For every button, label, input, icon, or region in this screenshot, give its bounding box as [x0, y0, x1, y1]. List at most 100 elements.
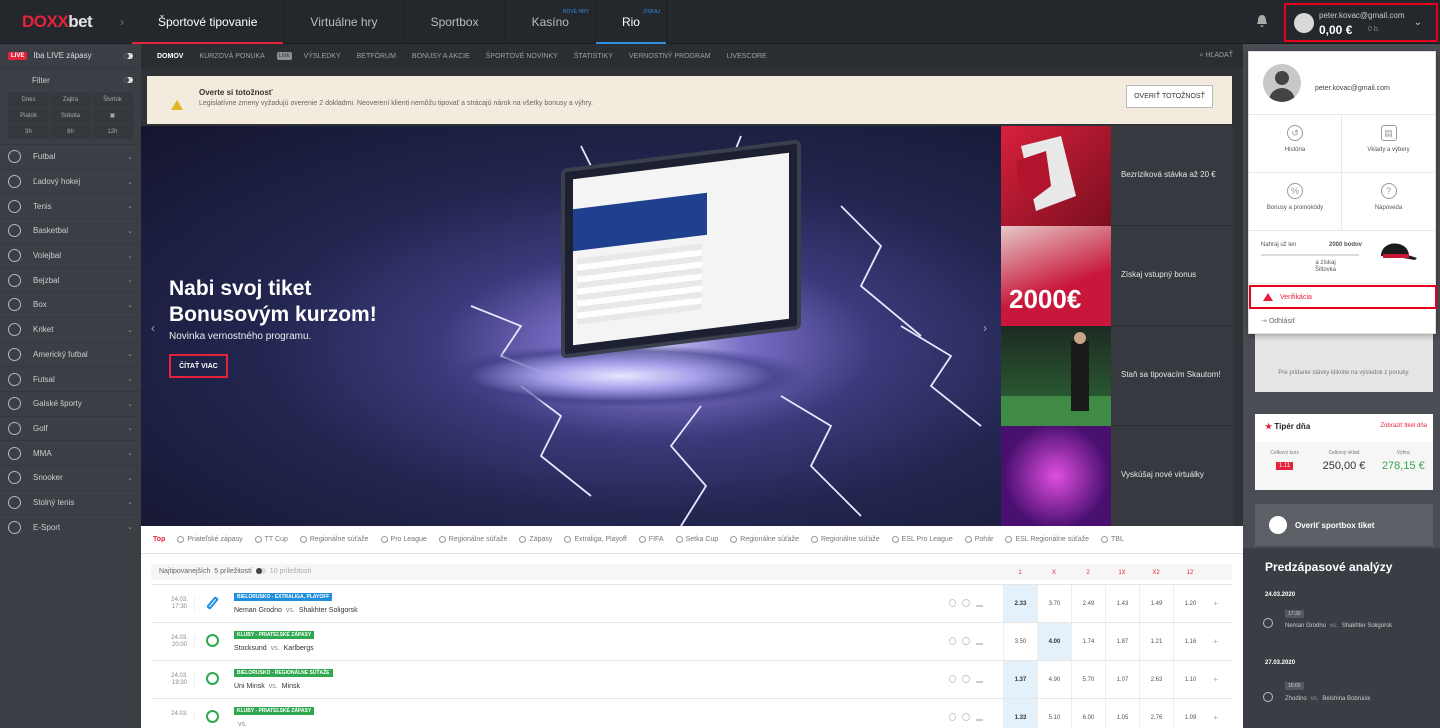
live-only-toggle-row[interactable]: LIVE Iba LIVE zápasy — [0, 44, 141, 68]
odds-button[interactable]: 1.49 — [1139, 585, 1173, 623]
filter-6h[interactable]: 6h — [50, 124, 91, 139]
sport-tab[interactable]: Priateľské zápasy — [177, 536, 243, 543]
subnav-statistiky[interactable]: ŠTATISTIKY — [566, 53, 621, 60]
odds-button[interactable]: 2.76 — [1139, 699, 1173, 728]
subnav-livescore[interactable]: LIVESCORE — [719, 53, 775, 60]
odds-button[interactable]: 4.00 — [1037, 623, 1071, 661]
odds-button[interactable]: 5.10 — [1037, 699, 1071, 728]
match-stats-icons[interactable] — [949, 713, 984, 721]
nav-virtualne-hry[interactable]: Virtuálne hry — [284, 0, 403, 44]
filter-zajtra[interactable]: Zajtra — [50, 92, 91, 107]
promo-risk-free[interactable]: Bezriziková stávka až 20 € — [1001, 126, 1233, 226]
sidebar-sport-item[interactable]: Americký futbal ⌄ — [0, 341, 141, 367]
sidebar-sport-item[interactable]: Ľadový hokej ⌄ — [0, 168, 141, 194]
hero-banner[interactable]: Nabi svoj tiket Bonusovým kurzom! Novink… — [141, 126, 1001, 526]
sport-tab[interactable]: Top — [153, 536, 165, 543]
sport-tab[interactable]: FIFA — [638, 536, 664, 543]
subnav-kurzova-ponuka[interactable]: KURZOVÁ PONUKA — [191, 53, 272, 60]
match-teams[interactable]: Stocksund vs. Karlbergs — [234, 645, 314, 652]
tiper-link[interactable]: Zobraziť tiket dňa — [1380, 423, 1427, 429]
filter-3h[interactable]: 3h — [8, 124, 49, 139]
sport-tab[interactable]: Pohár — [964, 536, 993, 543]
filter-piatok[interactable]: Piatok — [8, 108, 49, 123]
chevron-down-icon[interactable]: ⌄ — [127, 424, 133, 432]
sidebar-sport-item[interactable]: E-Sport ⌄ — [0, 514, 141, 539]
sport-tab[interactable]: ESL Regionálne súťaže — [1005, 536, 1089, 543]
sport-tab[interactable]: Pro League — [380, 536, 427, 543]
match-teams[interactable]: vs. — [234, 721, 251, 728]
sport-tab[interactable]: Extraliga, Playoff — [564, 536, 627, 543]
match-teams[interactable]: Neman Grodno vs. Shakhter Soligorsk — [234, 607, 358, 614]
sidebar-sport-item[interactable]: Futbal ⌄ — [0, 144, 141, 169]
verify-sportbox-button[interactable]: Overiť sportbox tiket — [1255, 504, 1433, 546]
subnav-bonusy[interactable]: BONUSY A AKCIE — [404, 53, 478, 60]
calendar-icon[interactable]: ▣ — [92, 108, 133, 123]
chevron-down-icon[interactable]: ⌄ — [127, 350, 133, 358]
subnav-betforum[interactable]: BETFÓRUM — [349, 53, 404, 60]
chevron-left-icon[interactable]: ‹ — [151, 321, 155, 335]
filter-toggle[interactable] — [123, 77, 133, 83]
plus-icon[interactable]: + — [1213, 675, 1218, 684]
plus-icon[interactable]: + — [1213, 713, 1218, 722]
sidebar-sport-item[interactable]: Kriket ⌄ — [0, 316, 141, 342]
sidebar-sport-item[interactable]: Golf ⌄ — [0, 415, 141, 441]
sidebar-sport-item[interactable]: Box ⌄ — [0, 292, 141, 317]
menu-verification[interactable]: Verifikácia — [1249, 285, 1437, 309]
odds-button[interactable]: 2.63 — [1139, 661, 1173, 699]
loyalty-promo[interactable]: Nahraj už len 2000 bodov a získaj Šiltovk… — [1249, 230, 1435, 284]
sport-tab[interactable]: Zápasy — [519, 536, 552, 543]
hero-read-more-button[interactable]: ČÍTAŤ VIAC — [169, 354, 228, 378]
menu-logout[interactable]: Odhlásiť — [1261, 317, 1295, 325]
chevron-down-icon[interactable]: ⌄ — [127, 153, 133, 161]
user-account-box[interactable]: peter.kovac@gmail.com 0,00 € 0 b. ⌄ — [1284, 3, 1438, 42]
sport-tab[interactable]: Regionálne súťaže — [810, 536, 880, 543]
match-stats-icons[interactable] — [949, 675, 984, 683]
sidebar-sport-item[interactable]: Futsal ⌄ — [0, 366, 141, 391]
plus-icon[interactable]: + — [1213, 599, 1218, 608]
nav-rio[interactable]: Rio ZÍSKAJ — [595, 0, 666, 44]
subnav-domov[interactable]: DOMOV — [141, 53, 191, 60]
odds-button[interactable]: 1.74 — [1071, 623, 1105, 661]
sport-tab[interactable]: TT Cup — [254, 536, 288, 543]
match-stats-icons[interactable] — [949, 599, 984, 607]
sport-tab[interactable]: Regionálne súťaže — [438, 536, 507, 543]
odds-button[interactable]: 1.16 — [1173, 623, 1207, 661]
chevron-down-icon[interactable]: ⌄ — [127, 474, 133, 482]
chevron-down-icon[interactable]: ⌄ — [127, 276, 133, 284]
subnav-sportove-novinky[interactable]: ŠPORTOVÉ NOVINKY — [478, 53, 566, 60]
plus-icon[interactable]: + — [1213, 637, 1218, 646]
chevron-down-icon[interactable]: ⌄ — [127, 326, 133, 334]
chevron-down-icon[interactable]: ⌄ — [127, 400, 133, 408]
bell-icon[interactable] — [1256, 14, 1268, 28]
odds-button[interactable]: 4.90 — [1037, 661, 1071, 699]
chevron-down-icon[interactable]: ⌄ — [127, 252, 133, 260]
odds-button[interactable]: 1.87 — [1105, 623, 1139, 661]
match-stats-icons[interactable] — [949, 637, 984, 645]
subnav-live-badge[interactable]: LIVE — [276, 52, 292, 60]
sidebar-sport-item[interactable]: Bejzbal ⌄ — [0, 267, 141, 292]
filter-stvrtok[interactable]: Štvrtok — [92, 92, 133, 107]
promo-virtuals[interactable]: Vyskúšaj nové virtuálky — [1001, 426, 1233, 526]
filter-sobota[interactable]: Sobota — [50, 108, 91, 123]
chevron-down-icon[interactable]: ⌄ — [127, 202, 133, 210]
odds-button[interactable]: 1.20 — [1173, 585, 1207, 623]
sport-tab[interactable]: TBL — [1101, 536, 1124, 543]
odds-button[interactable]: 6.00 — [1071, 699, 1105, 728]
chevron-down-icon[interactable]: ⌄ — [127, 375, 133, 383]
analysis-match[interactable]: Neman Grodno vs. Shakhter Soligorsk — [1285, 623, 1392, 629]
odds-button[interactable]: 1.43 — [1105, 585, 1139, 623]
odds-button[interactable]: 1.37 — [1003, 661, 1037, 699]
sport-tab[interactable]: ESL Pro League — [891, 536, 953, 543]
chevron-down-icon[interactable]: ⌄ — [1414, 17, 1422, 28]
subnav-vysledky[interactable]: VÝSLEDKY — [296, 53, 349, 60]
sport-tab[interactable]: Regionálne súťaže — [299, 536, 369, 543]
chevron-down-icon[interactable]: ⌄ — [127, 498, 133, 506]
odds-button[interactable]: 1.09 — [1173, 699, 1207, 728]
chevron-down-icon[interactable]: ⌄ — [127, 178, 133, 186]
sidebar-sport-item[interactable]: Snooker ⌄ — [0, 464, 141, 490]
chevron-down-icon[interactable]: ⌄ — [127, 449, 133, 457]
odds-button[interactable]: 1.33 — [1003, 699, 1037, 728]
menu-help[interactable]: ? Nápoveda — [1342, 173, 1435, 231]
sport-tab[interactable]: Regionálne súťaže — [730, 536, 799, 543]
menu-deposits[interactable]: ▤ Vklady a výbery — [1342, 115, 1435, 173]
